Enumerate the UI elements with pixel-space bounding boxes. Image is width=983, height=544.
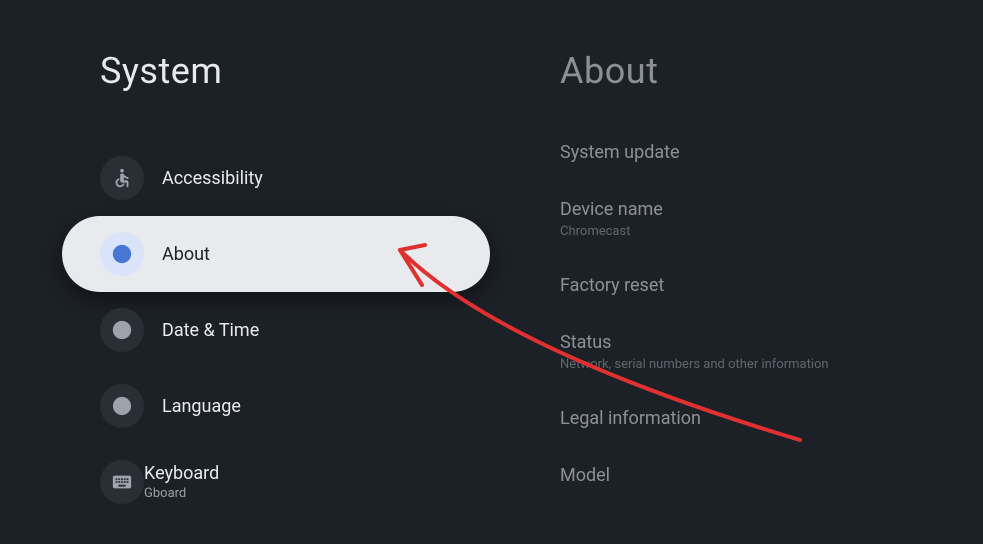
menu-label: About bbox=[162, 244, 210, 265]
about-sublabel: Network, serial numbers and other inform… bbox=[560, 357, 983, 372]
about-item-device-name[interactable]: Device name Chromecast bbox=[560, 199, 983, 239]
menu-sublabel: Gboard bbox=[144, 486, 219, 501]
menu-item-datetime[interactable]: Date & Time bbox=[62, 292, 560, 368]
accessibility-icon bbox=[100, 156, 144, 200]
menu-label: Keyboard bbox=[144, 463, 219, 484]
menu-item-language[interactable]: Language bbox=[62, 368, 560, 444]
about-item-legal[interactable]: Legal information bbox=[560, 408, 983, 429]
about-detail-panel: About System update Device name Chromeca… bbox=[560, 0, 983, 544]
about-item-factory-reset[interactable]: Factory reset bbox=[560, 275, 983, 296]
menu-item-about[interactable]: About bbox=[62, 216, 490, 292]
globe-icon bbox=[100, 384, 144, 428]
about-item-model[interactable]: Model bbox=[560, 465, 983, 486]
menu-item-keyboard[interactable]: Keyboard Gboard bbox=[62, 444, 560, 520]
about-label: Device name bbox=[560, 199, 983, 220]
about-sublabel: Chromecast bbox=[560, 224, 983, 239]
about-item-status[interactable]: Status Network, serial numbers and other… bbox=[560, 332, 983, 372]
about-label: System update bbox=[560, 142, 983, 163]
page-title: System bbox=[100, 50, 560, 92]
about-label: Factory reset bbox=[560, 275, 983, 296]
menu-label: Accessibility bbox=[162, 168, 263, 189]
menu-label: Date & Time bbox=[162, 320, 259, 341]
about-label: Status bbox=[560, 332, 983, 353]
info-icon bbox=[100, 232, 144, 276]
about-label: Legal information bbox=[560, 408, 983, 429]
detail-title: About bbox=[560, 50, 983, 92]
about-label: Model bbox=[560, 465, 983, 486]
clock-icon bbox=[100, 308, 144, 352]
menu-label: Language bbox=[162, 396, 241, 417]
about-item-system-update[interactable]: System update bbox=[560, 142, 983, 163]
keyboard-icon bbox=[100, 460, 144, 504]
menu-item-accessibility[interactable]: Accessibility bbox=[62, 140, 560, 216]
system-menu-panel: System Accessibility About Date & Time L… bbox=[0, 0, 560, 544]
